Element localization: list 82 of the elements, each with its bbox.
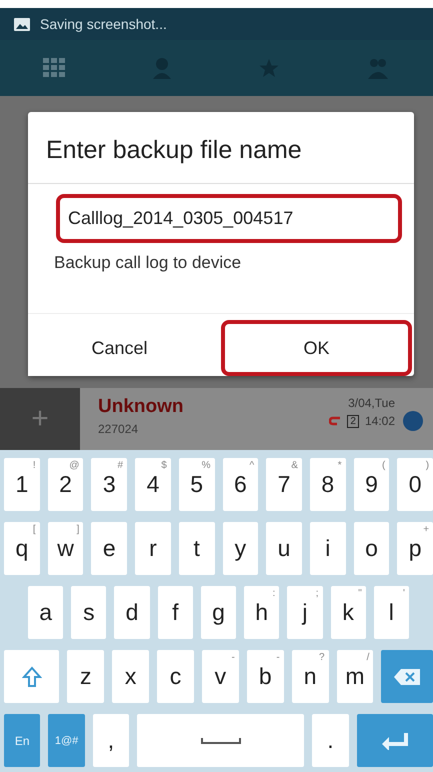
keyboard-key[interactable]: 5 %	[178, 458, 215, 511]
call-log-row[interactable]: + Unknown 227024 3/04,Tue 2 14:02	[0, 388, 433, 450]
key-hint: &	[291, 460, 298, 471]
keyboard-key[interactable]: i	[310, 522, 346, 575]
dialog-title: Enter backup file name	[28, 112, 414, 184]
key-hint: )	[426, 460, 430, 471]
backspace-icon	[393, 668, 422, 686]
keyboard-key[interactable]: u	[266, 522, 302, 575]
keyboard-key[interactable]: a	[28, 586, 64, 639]
keyboard-key[interactable]: h :	[244, 586, 280, 639]
key-hint: ]	[76, 524, 80, 535]
key-hint: '	[403, 588, 405, 599]
keyboard-key[interactable]: k "	[330, 586, 366, 639]
key-hint: %	[202, 460, 211, 471]
caller-number: 227024	[98, 422, 140, 436]
keyboard-key[interactable]: m /	[336, 650, 374, 703]
keyboard-key[interactable]: 4 $	[135, 458, 171, 511]
keyboard-key[interactable]: 9 (	[354, 458, 390, 511]
keyboard-key[interactable]: .	[312, 714, 349, 767]
shift-arrow-icon	[22, 666, 42, 688]
key-hint: +	[423, 524, 430, 535]
key-hint: (	[382, 460, 386, 471]
keyboard-key[interactable]: 2 @	[48, 458, 84, 511]
keyboard-key[interactable]: e	[91, 522, 128, 575]
keyboard-key[interactable]: 1 !	[4, 458, 40, 511]
keyboard-key[interactable]: 8 *	[310, 458, 346, 511]
enter-icon	[380, 732, 409, 750]
keyboard-key[interactable]: y	[222, 522, 258, 575]
keyboard-key[interactable]: g	[200, 586, 236, 639]
dialog-button[interactable]: Cancel	[28, 320, 211, 376]
sim-badge: 2	[347, 414, 359, 428]
keyboard-key[interactable]: q [	[4, 522, 40, 575]
keyboard-key[interactable]: t	[178, 522, 215, 575]
keyboard-key[interactable]: c	[157, 650, 194, 703]
enter-key[interactable]	[356, 714, 433, 767]
keyboard-key[interactable]: l '	[374, 586, 409, 639]
keyboard-key[interactable]: z	[67, 650, 104, 703]
key-hint: [	[32, 524, 36, 535]
dialpad-icon[interactable]	[43, 58, 66, 78]
keyboard-key[interactable]: f	[158, 586, 193, 639]
key-hint: ?	[318, 652, 325, 663]
call-time: 14:02	[364, 414, 395, 428]
keyboard-key[interactable]: 0 )	[397, 458, 433, 511]
key-hint: !	[32, 460, 36, 471]
key-hint: "	[358, 588, 362, 599]
key-hint: /	[366, 652, 370, 663]
shift-key[interactable]	[4, 650, 60, 703]
keyboard-key[interactable]: d	[114, 586, 150, 639]
keyboard-key[interactable]: p +	[397, 522, 433, 575]
key-hint: ;	[316, 588, 319, 599]
image-icon	[14, 18, 30, 30]
keyboard-key[interactable]: 3 #	[91, 458, 128, 511]
key-hint: $	[161, 460, 167, 471]
keyboard-key[interactable]: j ;	[287, 586, 323, 639]
notification-text: Saving screenshot...	[40, 16, 167, 32]
caller-name: Unknown	[98, 396, 184, 418]
keyboard-key[interactable]: 7 &	[266, 458, 302, 511]
key-hint: *	[338, 460, 342, 471]
info-button[interactable]	[403, 411, 423, 431]
key-hint: -	[231, 652, 235, 663]
dialog-note: Backup call log to device	[53, 252, 242, 274]
keyboard-key[interactable]: v -	[202, 650, 239, 703]
keyboard-key[interactable]: o	[354, 522, 390, 575]
dialog-button[interactable]: OK	[221, 320, 412, 376]
key-hint: :	[272, 588, 276, 599]
key-hint: ^	[250, 460, 254, 471]
keyboard-key[interactable]: w ]	[48, 522, 84, 575]
keyboard-key[interactable]: x	[112, 650, 150, 703]
keyboard-key[interactable]: 6 ^	[222, 458, 258, 511]
space-bar-icon	[200, 736, 241, 744]
keyboard-key[interactable]: r	[135, 522, 171, 575]
keyboard-key[interactable]: ,	[92, 714, 130, 767]
keyboard-key[interactable]: b -	[246, 650, 284, 703]
backspace-key[interactable]	[381, 650, 433, 703]
key-hint: -	[276, 652, 280, 663]
key-hint: #	[118, 460, 124, 471]
keyboard-key[interactable]: n ?	[292, 650, 329, 703]
missed-call-icon	[329, 416, 342, 426]
file-name-field[interactable]: Calllog_2014_0305_004517	[56, 194, 402, 243]
key-hint: @	[69, 460, 80, 471]
call-date: 3/04,Tue	[348, 396, 395, 410]
keyboard-key[interactable]: s	[71, 586, 106, 639]
